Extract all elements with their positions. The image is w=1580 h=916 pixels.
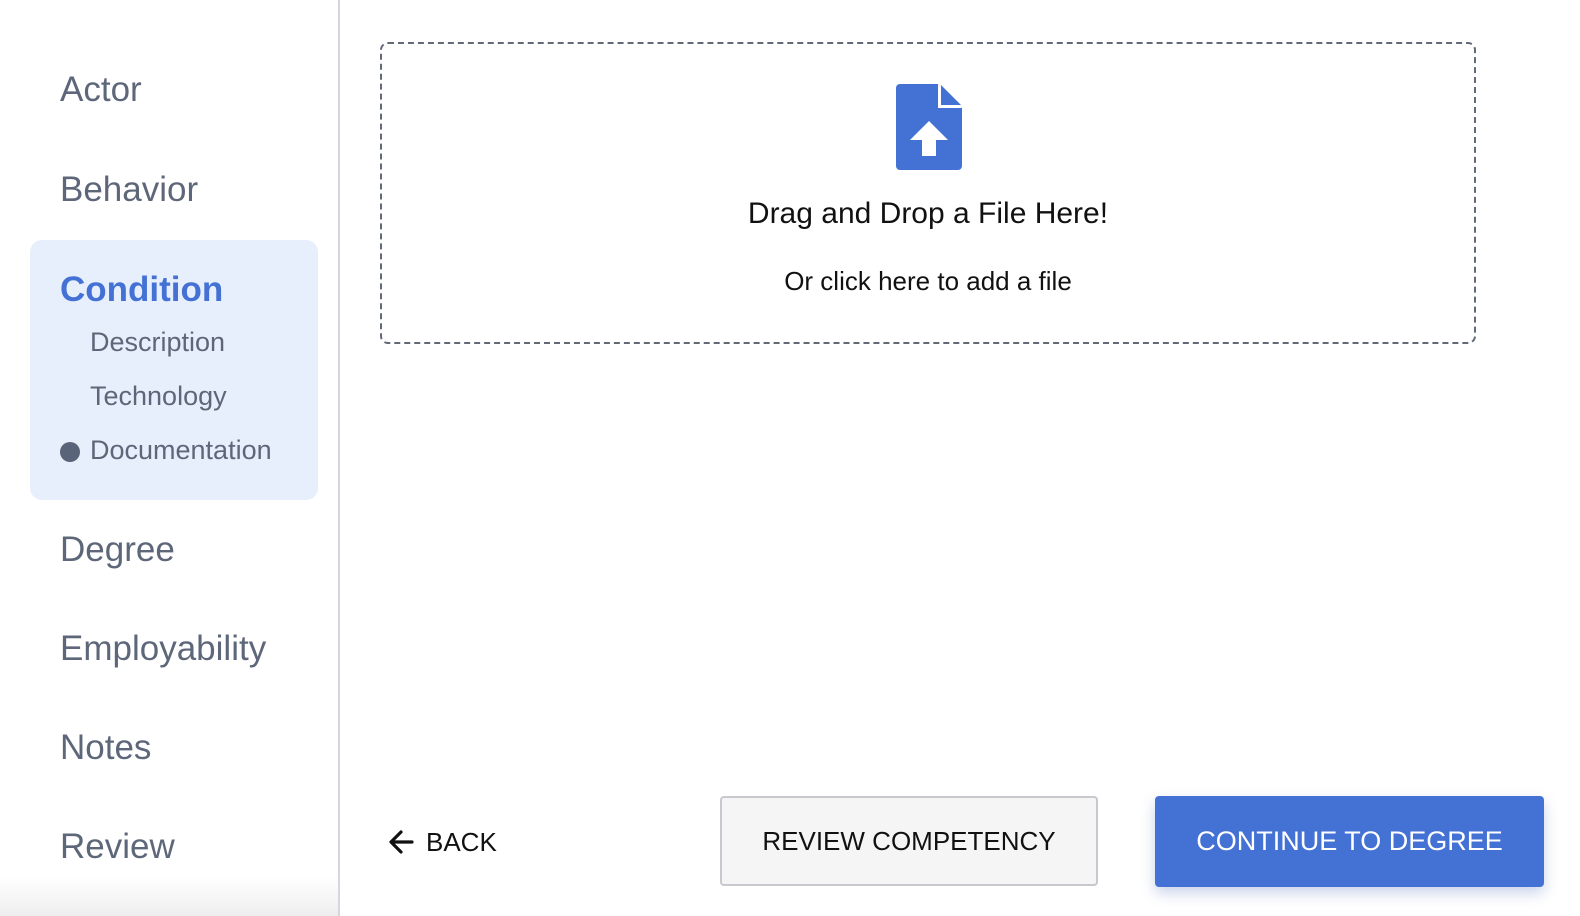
dropzone-subtitle[interactable]: Or click here to add a file — [382, 264, 1474, 298]
nav-item-condition[interactable]: Condition — [60, 270, 223, 310]
nav-item-review[interactable]: Review — [60, 827, 175, 867]
back-button[interactable]: BACK — [388, 820, 497, 864]
nav-item-actor[interactable]: Actor — [60, 70, 142, 110]
sidebar-bottom-fade — [0, 876, 338, 916]
nav-item-degree[interactable]: Degree — [60, 530, 175, 570]
sub-item-documentation[interactable]: Documentation — [90, 434, 272, 466]
back-button-label: BACK — [426, 826, 497, 857]
arrow-left-icon — [389, 830, 414, 854]
review-competency-button[interactable]: REVIEW COMPETENCY — [720, 796, 1098, 886]
nav-group-condition: Condition Description Technology Documen… — [30, 240, 318, 500]
nav-item-notes[interactable]: Notes — [60, 728, 151, 768]
review-competency-label: REVIEW COMPETENCY — [762, 825, 1056, 856]
file-upload-icon — [896, 84, 962, 170]
nav-item-behavior[interactable]: Behavior — [60, 170, 198, 210]
sub-item-description[interactable]: Description — [90, 326, 225, 358]
continue-to-degree-button[interactable]: CONTINUE TO DEGREE — [1155, 796, 1544, 887]
nav-item-employability[interactable]: Employability — [60, 629, 266, 669]
continue-to-degree-label: CONTINUE TO DEGREE — [1196, 826, 1503, 856]
current-step-bullet-icon — [60, 442, 80, 462]
file-dropzone[interactable]: Drag and Drop a File Here! Or click here… — [380, 42, 1476, 344]
sidebar: Actor Behavior Condition Description Tec… — [0, 0, 340, 916]
sub-item-technology[interactable]: Technology — [90, 380, 227, 412]
dropzone-title: Drag and Drop a File Here! — [747, 197, 1109, 230]
